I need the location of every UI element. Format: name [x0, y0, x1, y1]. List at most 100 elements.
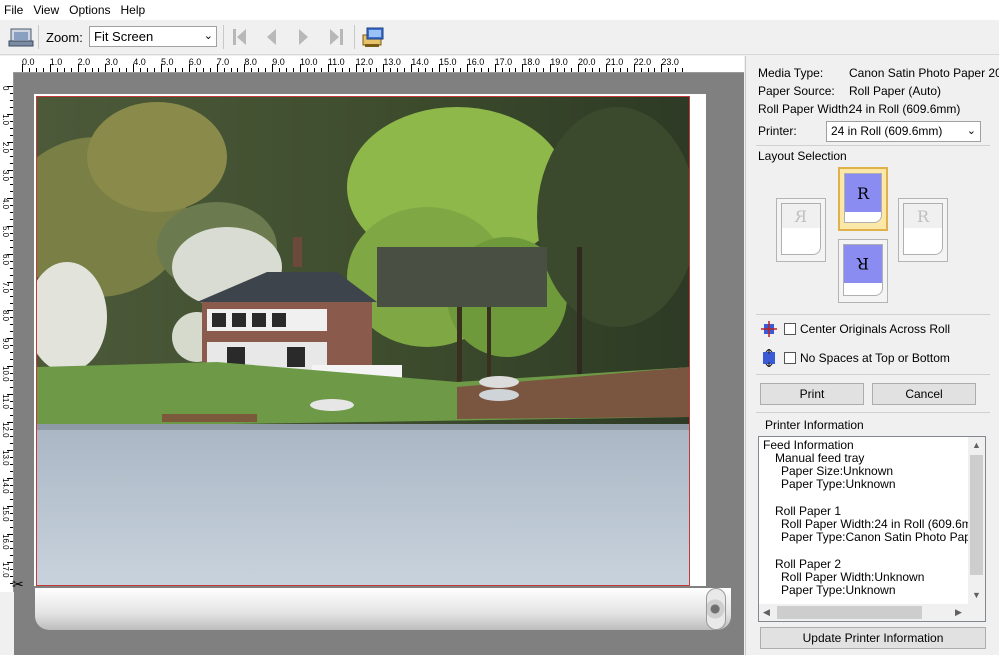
ruler-tick — [272, 64, 274, 72]
scroll-left-icon[interactable]: ◀ — [763, 607, 770, 618]
ruler-tick — [543, 68, 545, 72]
scroll-down-icon[interactable]: ▼ — [972, 590, 981, 600]
printer-label: Printer: — [758, 124, 797, 138]
scroll-right-icon[interactable]: ▶ — [955, 607, 962, 618]
zoom-value: Fit Screen — [94, 29, 154, 44]
last-page-icon[interactable] — [327, 27, 345, 50]
ruler-tick — [550, 64, 552, 72]
menu-view[interactable]: View — [29, 3, 65, 17]
ruler-tick — [501, 68, 503, 72]
update-printer-info-button[interactable]: Update Printer Information — [760, 627, 986, 649]
ruler-tick — [35, 68, 37, 72]
ruler-tick — [557, 68, 559, 72]
printer-information-box[interactable]: Feed Information Manual feed tray Paper … — [758, 436, 986, 622]
ruler-tick-label: 16.0 — [466, 57, 485, 67]
ruler-tick — [10, 359, 13, 360]
ruler-tick — [28, 68, 30, 72]
no-spaces-icon — [760, 348, 778, 370]
info-line: Paper Type:Unknown — [781, 477, 896, 491]
ruler-tick-label: 11.0 — [327, 57, 345, 67]
chevron-down-icon: ⌄ — [203, 30, 213, 42]
ruler-tick — [515, 68, 517, 72]
cancel-button[interactable]: Cancel — [872, 383, 976, 405]
ruler-tick — [425, 68, 427, 72]
printer-select[interactable]: 24 in Roll (609.6mm) ⌄ — [826, 121, 981, 142]
center-originals-checkbox[interactable] — [784, 323, 796, 335]
ruler-tick — [10, 548, 13, 549]
ruler-tick — [140, 68, 142, 72]
chevron-down-icon: ⌄ — [966, 125, 976, 137]
ruler-tick — [536, 68, 538, 72]
next-page-icon[interactable] — [297, 27, 311, 50]
ruler-tick — [10, 303, 13, 304]
no-spaces-checkbox[interactable] — [784, 352, 796, 364]
ruler-tick — [10, 520, 13, 521]
ruler-tick — [202, 68, 204, 72]
settings-panel: Media Type: Canon Satin Photo Paper 20..… — [745, 56, 999, 655]
zoom-label: Zoom: — [46, 30, 83, 45]
ruler-tick — [619, 68, 621, 72]
ruler-tick — [10, 429, 13, 430]
ruler-tick — [10, 289, 13, 290]
ruler-tick — [279, 68, 281, 72]
prev-page-icon[interactable] — [264, 27, 278, 50]
ruler-tick — [10, 177, 13, 178]
ruler-corner — [0, 56, 14, 72]
menu-help[interactable]: Help — [117, 3, 152, 17]
ruler-tick — [7, 534, 13, 535]
ruler-tick — [584, 68, 586, 72]
scroll-up-icon[interactable]: ▲ — [972, 440, 981, 450]
ruler-tick — [445, 68, 447, 72]
ruler-tick-label: 9.0 — [272, 57, 285, 67]
ruler-tick — [473, 68, 475, 72]
menu-file[interactable]: File — [0, 3, 29, 17]
divider — [756, 145, 990, 146]
ruler-tick — [300, 64, 301, 72]
ruler-tick-label: 5.0 — [161, 57, 174, 67]
ruler-tick — [487, 68, 489, 72]
vertical-scrollbar[interactable]: ▲ ▼ — [968, 437, 985, 604]
layout-glyph: R — [844, 245, 882, 283]
ruler-tick — [7, 310, 13, 311]
layout-rotate-right-button[interactable]: R — [898, 198, 948, 262]
info-line: Paper Type:Unknown — [781, 583, 896, 597]
photo-preview — [36, 96, 690, 586]
ruler-tick-label: 22.0 — [633, 57, 652, 67]
preview-settings-icon[interactable] — [8, 25, 34, 52]
center-roll-icon — [760, 320, 778, 341]
ruler-tick-label: 18.0 — [522, 57, 540, 67]
horizontal-scrollbar[interactable]: ◀ ▶ — [759, 604, 968, 621]
ruler-tick — [10, 443, 13, 444]
ruler-tick — [126, 68, 128, 72]
print-button[interactable]: Print — [760, 383, 864, 405]
ruler-tick — [7, 394, 13, 395]
ruler-tick — [334, 68, 336, 72]
ruler-tick — [98, 68, 100, 72]
ruler-tick — [7, 114, 13, 115]
ruler-tick — [181, 68, 183, 72]
ruler-tick — [265, 68, 267, 72]
center-originals-label: Center Originals Across Roll — [800, 322, 951, 336]
ruler-tick — [10, 163, 13, 164]
ruler-tick — [404, 68, 406, 72]
ruler-tick — [223, 68, 225, 72]
ruler-tick — [10, 275, 13, 276]
printer-monitor-icon[interactable] — [361, 25, 387, 52]
ruler-tick — [362, 68, 364, 72]
layout-rotate-left-button[interactable]: R — [776, 198, 826, 262]
ruler-tick — [7, 282, 13, 283]
ruler-tick-label: 7.0 — [216, 57, 230, 67]
ruler-tick — [10, 128, 13, 129]
layout-normal-button[interactable]: R — [838, 167, 888, 231]
ruler-tick-label: 7.0 — [1, 282, 10, 294]
scroll-thumb[interactable] — [777, 606, 922, 619]
menu-options[interactable]: Options — [65, 3, 116, 17]
ruler-tick — [383, 64, 385, 72]
zoom-select[interactable]: Fit Screen ⌄ — [89, 26, 217, 47]
ruler-tick — [654, 68, 656, 72]
menu-bar: File View Options Help — [0, 0, 999, 20]
layout-rotate-180-button[interactable]: R — [838, 239, 888, 303]
first-page-icon[interactable] — [231, 27, 249, 50]
scroll-thumb[interactable] — [970, 455, 983, 575]
ruler-tick-label: 1.0 — [49, 57, 63, 67]
